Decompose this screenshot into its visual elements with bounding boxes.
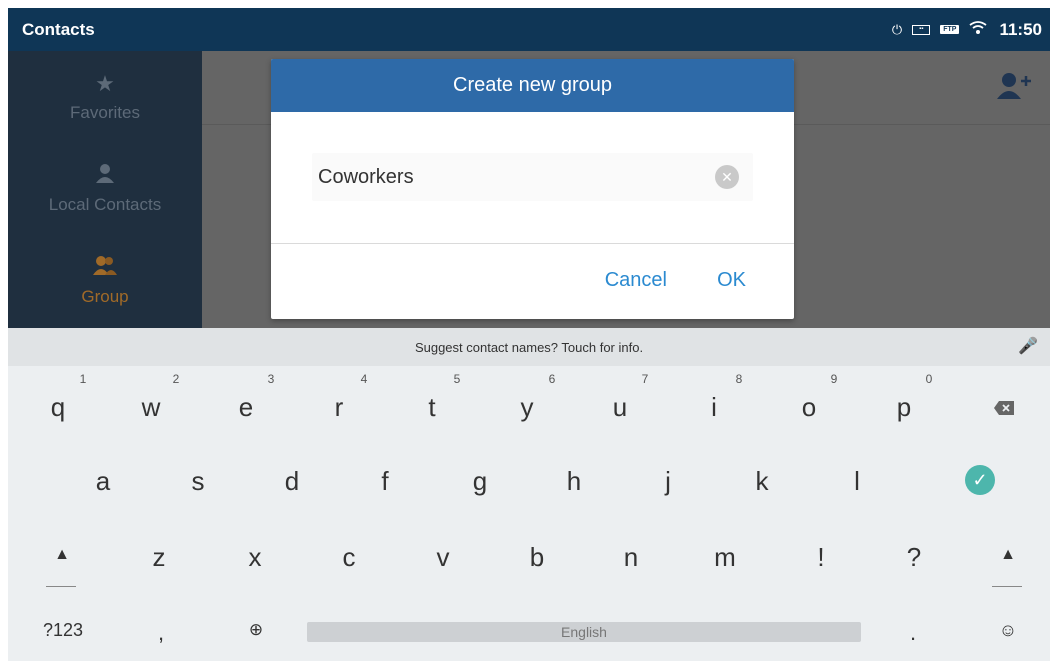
shift-right-icon[interactable]: ▲ [988,546,1028,564]
sidebar: ★ Favorites Local Contacts Group [8,51,202,328]
key-f[interactable]: f [365,466,405,497]
clock: 11:50 [999,19,1042,39]
done-key-icon[interactable]: ✓ [965,465,995,495]
shift-underline [992,586,1022,587]
keyboard: Suggest contact names? Touch for info. 🎤… [8,328,1050,661]
dialog-title: Create new group [271,59,794,112]
key-hint: 4 [360,372,368,386]
key-hint: 6 [548,372,556,386]
key-n[interactable]: n [611,542,651,573]
ftp-icon: FTP [940,25,960,34]
key-hint: 8 [735,372,743,386]
divider [271,243,794,244]
key-z[interactable]: z [139,542,179,573]
clear-icon[interactable]: ✕ [715,165,739,189]
key-hint: 3 [267,372,275,386]
microphone-icon[interactable]: 🎤 [1018,336,1038,356]
key-u[interactable]: u [600,392,640,423]
key-h[interactable]: h [554,466,594,497]
suggestion-text: Suggest contact names? Touch for info. [414,339,644,355]
group-name-value: Coworkers [318,165,414,188]
usb-icon: ▪▪ [912,24,931,35]
status-icons: ⏻ ▪▪ FTP 11:50 [892,20,1042,40]
group-name-input[interactable]: Coworkers ✕ [312,153,753,201]
sidebar-item-local-contacts[interactable]: Local Contacts [8,143,202,235]
poe-icon: ⏻ [891,21,903,37]
key-r[interactable]: r [319,392,359,423]
status-bar: Contacts ⏻ ▪▪ FTP 11:50 [8,8,1050,51]
key-hint: 2 [172,372,180,386]
key-a[interactable]: a [83,466,123,497]
app-title: Contacts [22,19,95,39]
key-exclamation[interactable]: ! [801,542,841,573]
space-bar-label: English [561,624,607,640]
key-d[interactable]: d [272,466,312,497]
key-hint: 9 [830,372,838,386]
globe-icon[interactable]: ⊕ [236,620,276,640]
comma-key[interactable]: , [141,620,181,646]
person-icon [95,163,115,189]
key-w[interactable]: w [131,392,171,423]
key-question[interactable]: ? [894,542,934,573]
key-x[interactable]: x [235,542,275,573]
key-m[interactable]: m [705,542,745,573]
key-k[interactable]: k [742,466,782,497]
key-l[interactable]: l [837,466,877,497]
shift-underline [46,586,76,587]
cancel-button[interactable]: Cancel [605,269,667,292]
star-icon: ★ [95,71,115,96]
suggestion-bar[interactable]: Suggest contact names? Touch for info. 🎤 [8,328,1050,366]
key-p[interactable]: p [884,392,924,423]
sidebar-item-favorites[interactable]: ★ Favorites [8,51,202,143]
space-bar[interactable]: English [307,622,861,642]
sidebar-item-label: Group [81,287,129,306]
key-hint: 7 [641,372,649,386]
group-icon [93,255,117,281]
key-t[interactable]: t [412,392,452,423]
period-key[interactable]: . [893,620,933,646]
key-o[interactable]: o [789,392,829,423]
key-v[interactable]: v [423,542,463,573]
sidebar-item-label: Local Contacts [48,195,162,214]
shift-left-icon[interactable]: ▲ [42,546,82,564]
key-g[interactable]: g [460,466,500,497]
sidebar-item-label: Favorites [70,103,140,122]
sidebar-item-group[interactable]: Group [8,235,202,327]
wifi-icon [969,21,987,38]
key-e[interactable]: e [226,392,266,423]
backspace-icon[interactable] [984,392,1024,423]
key-y[interactable]: y [507,392,547,423]
add-contact-icon[interactable] [996,71,1032,101]
key-hint: 0 [925,372,933,386]
ok-button[interactable]: OK [717,269,746,292]
key-j[interactable]: j [648,466,688,497]
key-i[interactable]: i [694,392,734,423]
key-hint: 1 [79,372,87,386]
key-b[interactable]: b [517,542,557,573]
key-c[interactable]: c [329,542,369,573]
create-group-dialog: Create new group Coworkers ✕ Cancel OK [271,59,794,319]
symbols-key[interactable]: ?123 [38,620,88,641]
key-hint: 5 [453,372,461,386]
key-q[interactable]: q [38,392,78,423]
emoji-icon[interactable]: ☺ [988,620,1028,641]
key-s[interactable]: s [178,466,218,497]
